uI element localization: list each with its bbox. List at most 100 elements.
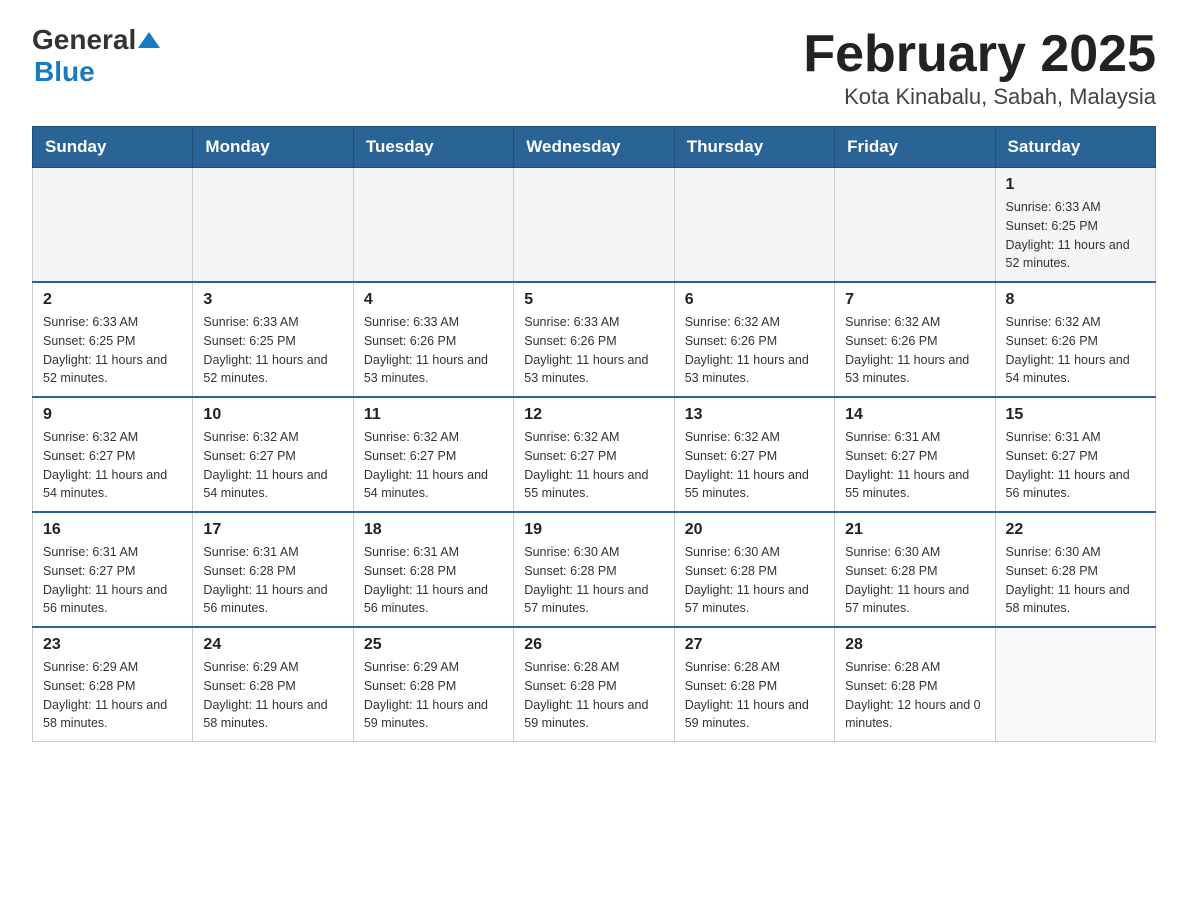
calendar-day-cell: 20 Sunrise: 6:30 AM Sunset: 6:28 PM Dayli… <box>674 512 834 627</box>
day-number: 11 <box>364 406 503 424</box>
title-block: February 2025 Kota Kinabalu, Sabah, Mala… <box>803 24 1156 110</box>
logo-blue-text: Blue <box>34 56 95 88</box>
page-header: General Blue February 2025 Kota Kinabalu… <box>32 24 1156 110</box>
calendar-day-cell: 22 Sunrise: 6:30 AM Sunset: 6:28 PM Dayli… <box>995 512 1155 627</box>
day-info: Sunrise: 6:32 AM Sunset: 6:27 PM Dayligh… <box>685 428 824 503</box>
day-number: 23 <box>43 636 182 654</box>
calendar-day-cell: 8 Sunrise: 6:32 AM Sunset: 6:26 PM Daylig… <box>995 282 1155 397</box>
day-info: Sunrise: 6:31 AM Sunset: 6:27 PM Dayligh… <box>1006 428 1145 503</box>
day-info: Sunrise: 6:30 AM Sunset: 6:28 PM Dayligh… <box>524 543 663 618</box>
logo-wordmark: General <box>32 24 160 56</box>
calendar-day-cell <box>33 168 193 283</box>
calendar-day-cell: 24 Sunrise: 6:29 AM Sunset: 6:28 PM Dayli… <box>193 627 353 742</box>
calendar-week-row: 9Sunrise: 6:32 AM Sunset: 6:27 PM Daylig… <box>33 397 1156 512</box>
day-number: 27 <box>685 636 824 654</box>
weekday-header-saturday: Saturday <box>995 127 1155 168</box>
day-info: Sunrise: 6:33 AM Sunset: 6:25 PM Dayligh… <box>43 313 182 388</box>
day-number: 16 <box>43 521 182 539</box>
calendar-day-cell: 17 Sunrise: 6:31 AM Sunset: 6:28 PM Dayli… <box>193 512 353 627</box>
day-info: Sunrise: 6:31 AM Sunset: 6:28 PM Dayligh… <box>364 543 503 618</box>
day-info: Sunrise: 6:33 AM Sunset: 6:26 PM Dayligh… <box>524 313 663 388</box>
day-info: Sunrise: 6:29 AM Sunset: 6:28 PM Dayligh… <box>364 658 503 733</box>
day-number: 18 <box>364 521 503 539</box>
day-number: 21 <box>845 521 984 539</box>
day-number: 19 <box>524 521 663 539</box>
calendar-day-cell: 21 Sunrise: 6:30 AM Sunset: 6:28 PM Dayli… <box>835 512 995 627</box>
day-number: 24 <box>203 636 342 654</box>
calendar-day-cell: 27 Sunrise: 6:28 AM Sunset: 6:28 PM Dayli… <box>674 627 834 742</box>
calendar-day-cell: 26 Sunrise: 6:28 AM Sunset: 6:28 PM Dayli… <box>514 627 674 742</box>
day-info: Sunrise: 6:32 AM Sunset: 6:26 PM Dayligh… <box>1006 313 1145 388</box>
weekday-header-wednesday: Wednesday <box>514 127 674 168</box>
day-info: Sunrise: 6:29 AM Sunset: 6:28 PM Dayligh… <box>203 658 342 733</box>
day-info: Sunrise: 6:28 AM Sunset: 6:28 PM Dayligh… <box>845 658 984 733</box>
calendar-day-cell: 6Sunrise: 6:32 AM Sunset: 6:26 PM Daylig… <box>674 282 834 397</box>
weekday-header-row: SundayMondayTuesdayWednesdayThursdayFrid… <box>33 127 1156 168</box>
calendar-day-cell: 2 Sunrise: 6:33 AM Sunset: 6:25 PM Daylig… <box>33 282 193 397</box>
day-number: 22 <box>1006 521 1145 539</box>
day-number: 8 <box>1006 291 1145 309</box>
calendar-day-cell: 15Sunrise: 6:31 AM Sunset: 6:27 PM Dayli… <box>995 397 1155 512</box>
day-info: Sunrise: 6:32 AM Sunset: 6:27 PM Dayligh… <box>203 428 342 503</box>
day-info: Sunrise: 6:28 AM Sunset: 6:28 PM Dayligh… <box>685 658 824 733</box>
weekday-header-thursday: Thursday <box>674 127 834 168</box>
calendar-day-cell <box>514 168 674 283</box>
calendar-day-cell: 13 Sunrise: 6:32 AM Sunset: 6:27 PM Dayli… <box>674 397 834 512</box>
day-number: 17 <box>203 521 342 539</box>
day-number: 3 <box>203 291 342 309</box>
calendar-week-row: 2 Sunrise: 6:33 AM Sunset: 6:25 PM Daylig… <box>33 282 1156 397</box>
calendar-day-cell: 11 Sunrise: 6:32 AM Sunset: 6:27 PM Dayli… <box>353 397 513 512</box>
calendar-day-cell: 7 Sunrise: 6:32 AM Sunset: 6:26 PM Daylig… <box>835 282 995 397</box>
day-info: Sunrise: 6:33 AM Sunset: 6:26 PM Dayligh… <box>364 313 503 388</box>
calendar-day-cell: 1 Sunrise: 6:33 AM Sunset: 6:25 PM Daylig… <box>995 168 1155 283</box>
day-info: Sunrise: 6:31 AM Sunset: 6:28 PM Dayligh… <box>203 543 342 618</box>
logo-triangle-icon <box>138 29 160 51</box>
calendar-day-cell <box>835 168 995 283</box>
calendar-day-cell <box>995 627 1155 742</box>
day-info: Sunrise: 6:31 AM Sunset: 6:27 PM Dayligh… <box>43 543 182 618</box>
day-number: 7 <box>845 291 984 309</box>
day-info: Sunrise: 6:30 AM Sunset: 6:28 PM Dayligh… <box>685 543 824 618</box>
day-info: Sunrise: 6:32 AM Sunset: 6:26 PM Dayligh… <box>685 313 824 388</box>
day-info: Sunrise: 6:32 AM Sunset: 6:27 PM Dayligh… <box>43 428 182 503</box>
day-number: 2 <box>43 291 182 309</box>
calendar-day-cell: 14 Sunrise: 6:31 AM Sunset: 6:27 PM Dayli… <box>835 397 995 512</box>
logo: General Blue <box>32 24 160 88</box>
calendar-body: 1 Sunrise: 6:33 AM Sunset: 6:25 PM Daylig… <box>33 168 1156 742</box>
day-info: Sunrise: 6:31 AM Sunset: 6:27 PM Dayligh… <box>845 428 984 503</box>
day-info: Sunrise: 6:33 AM Sunset: 6:25 PM Dayligh… <box>203 313 342 388</box>
calendar-week-row: 1 Sunrise: 6:33 AM Sunset: 6:25 PM Daylig… <box>33 168 1156 283</box>
day-number: 26 <box>524 636 663 654</box>
calendar-day-cell <box>674 168 834 283</box>
calendar-day-cell: 18 Sunrise: 6:31 AM Sunset: 6:28 PM Dayli… <box>353 512 513 627</box>
calendar-header: SundayMondayTuesdayWednesdayThursdayFrid… <box>33 127 1156 168</box>
day-number: 13 <box>685 406 824 424</box>
calendar-week-row: 16 Sunrise: 6:31 AM Sunset: 6:27 PM Dayli… <box>33 512 1156 627</box>
calendar-title: February 2025 <box>803 24 1156 84</box>
day-info: Sunrise: 6:30 AM Sunset: 6:28 PM Dayligh… <box>845 543 984 618</box>
calendar-day-cell <box>353 168 513 283</box>
calendar-day-cell: 10Sunrise: 6:32 AM Sunset: 6:27 PM Dayli… <box>193 397 353 512</box>
calendar-day-cell: 9Sunrise: 6:32 AM Sunset: 6:27 PM Daylig… <box>33 397 193 512</box>
day-number: 20 <box>685 521 824 539</box>
calendar-day-cell: 12Sunrise: 6:32 AM Sunset: 6:27 PM Dayli… <box>514 397 674 512</box>
day-number: 28 <box>845 636 984 654</box>
calendar-day-cell: 3 Sunrise: 6:33 AM Sunset: 6:25 PM Daylig… <box>193 282 353 397</box>
calendar-day-cell: 28 Sunrise: 6:28 AM Sunset: 6:28 PM Dayli… <box>835 627 995 742</box>
calendar-day-cell: 25Sunrise: 6:29 AM Sunset: 6:28 PM Dayli… <box>353 627 513 742</box>
day-info: Sunrise: 6:28 AM Sunset: 6:28 PM Dayligh… <box>524 658 663 733</box>
day-number: 14 <box>845 406 984 424</box>
calendar-week-row: 23 Sunrise: 6:29 AM Sunset: 6:28 PM Dayli… <box>33 627 1156 742</box>
calendar-day-cell <box>193 168 353 283</box>
day-info: Sunrise: 6:32 AM Sunset: 6:27 PM Dayligh… <box>364 428 503 503</box>
day-number: 4 <box>364 291 503 309</box>
day-info: Sunrise: 6:32 AM Sunset: 6:26 PM Dayligh… <box>845 313 984 388</box>
weekday-header-friday: Friday <box>835 127 995 168</box>
logo-general-text: General <box>32 24 136 56</box>
day-number: 1 <box>1006 176 1145 194</box>
day-info: Sunrise: 6:29 AM Sunset: 6:28 PM Dayligh… <box>43 658 182 733</box>
calendar-day-cell: 16 Sunrise: 6:31 AM Sunset: 6:27 PM Dayli… <box>33 512 193 627</box>
day-info: Sunrise: 6:33 AM Sunset: 6:25 PM Dayligh… <box>1006 198 1145 273</box>
day-info: Sunrise: 6:30 AM Sunset: 6:28 PM Dayligh… <box>1006 543 1145 618</box>
calendar-day-cell: 5Sunrise: 6:33 AM Sunset: 6:26 PM Daylig… <box>514 282 674 397</box>
